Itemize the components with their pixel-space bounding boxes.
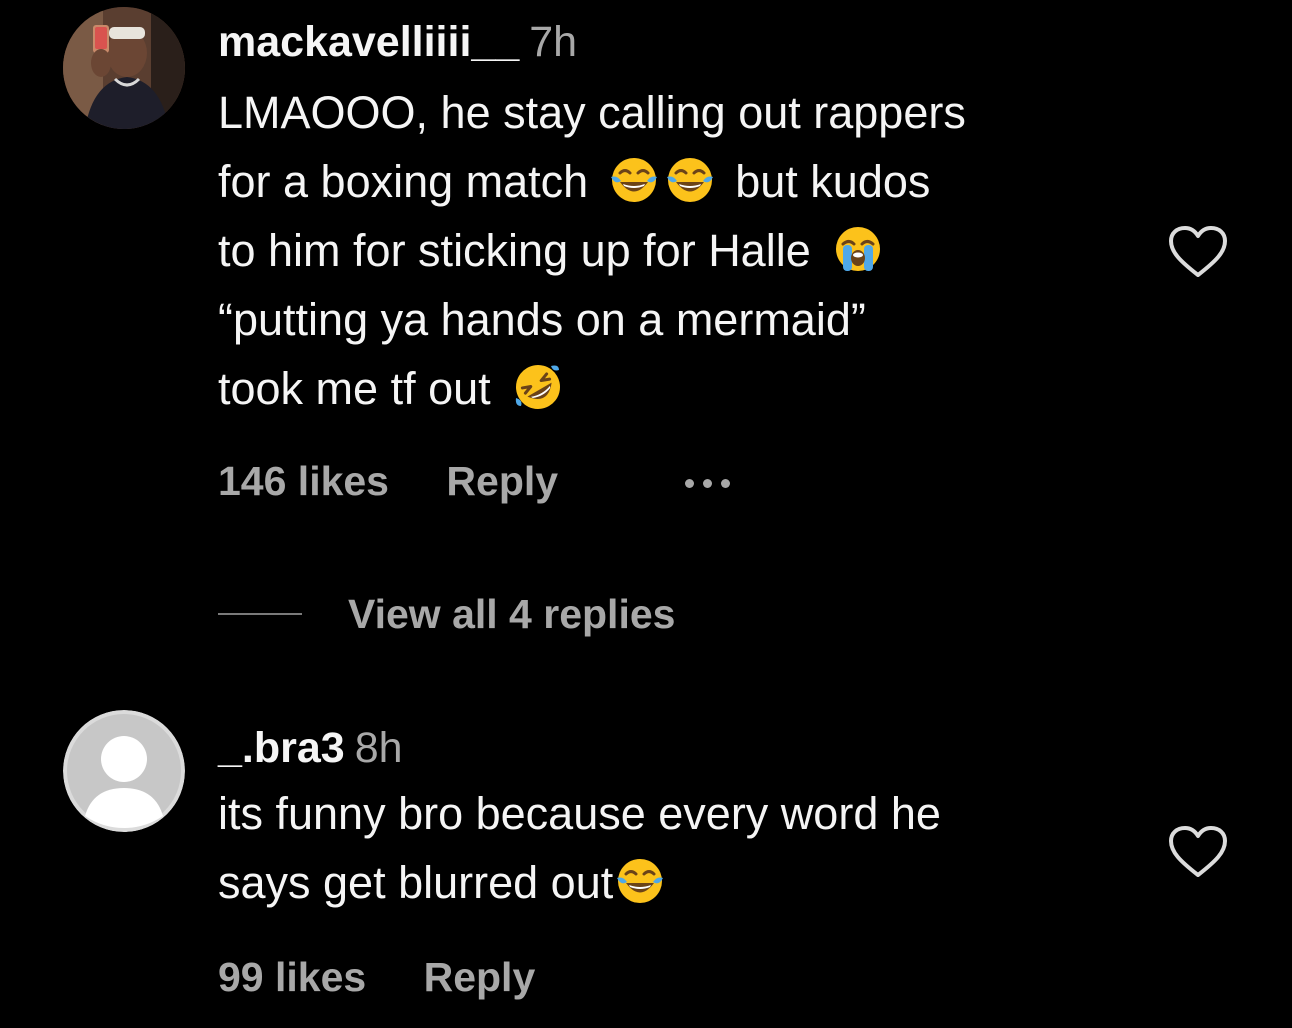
divider	[218, 613, 302, 615]
reply-button[interactable]: Reply	[446, 458, 558, 504]
comment-text-line: took me tf out	[218, 354, 1158, 423]
comment-header: _.bra3 8h	[218, 722, 1158, 774]
heart-outline-icon[interactable]	[1168, 825, 1228, 879]
avatar[interactable]	[63, 7, 185, 129]
comment-text-segment: says get blurred out	[218, 857, 614, 908]
timestamp: 7h	[529, 18, 578, 66]
comment-text-segment: for a boxing match	[218, 156, 589, 207]
comment-item: mackavelliiii__ 7h LMAOOO, he stay callin…	[0, 0, 1292, 660]
comment-text: its funny bro because every word he says…	[218, 779, 1158, 917]
face-with-tears-of-joy-emoji	[665, 155, 715, 205]
comment-actions: 99 likes Reply	[218, 954, 535, 1001]
more-options-icon[interactable]	[685, 479, 730, 488]
username[interactable]: _.bra3	[218, 724, 345, 772]
comment-text-line: says get blurred out	[218, 848, 1158, 917]
comment-text-segment: took me tf out	[218, 363, 491, 414]
heart-outline-icon[interactable]	[1168, 225, 1228, 279]
face-with-tears-of-joy-emoji	[609, 155, 659, 205]
likes-count[interactable]: 99 likes	[218, 954, 366, 1000]
reply-button[interactable]: Reply	[424, 954, 536, 1000]
face-with-tears-of-joy-emoji	[615, 856, 665, 906]
comment-text: LMAOOO, he stay calling out rappers for …	[218, 78, 1158, 423]
comment-item: _.bra3 8h its funny bro because every wor…	[0, 700, 1292, 1028]
comment-text-segment: to him for sticking up for Halle	[218, 225, 811, 276]
view-replies-label[interactable]: View all 4 replies	[348, 591, 675, 638]
rolling-on-the-floor-laughing-emoji	[513, 362, 563, 412]
likes-count[interactable]: 146 likes	[218, 458, 389, 504]
comment-text-line: for a boxing match but kudos	[218, 147, 1158, 216]
view-replies-button[interactable]: View all 4 replies	[218, 585, 675, 643]
comment-text-line: to him for sticking up for Halle	[218, 216, 1158, 285]
loudly-crying-face-emoji	[833, 224, 883, 274]
timestamp: 8h	[354, 724, 403, 772]
comment-header: mackavelliiii__ 7h	[218, 16, 1158, 68]
default-avatar-icon[interactable]	[63, 710, 185, 832]
comment-text-line: its funny bro because every word he	[218, 788, 941, 839]
comment-text-line: LMAOOO, he stay calling out rappers	[218, 87, 966, 138]
comment-actions: 146 likes Reply	[218, 458, 558, 505]
comment-text-line: “putting ya hands on a mermaid”	[218, 294, 866, 345]
comment-text-segment: but kudos	[735, 156, 931, 207]
username[interactable]: mackavelliiii__	[218, 18, 519, 66]
